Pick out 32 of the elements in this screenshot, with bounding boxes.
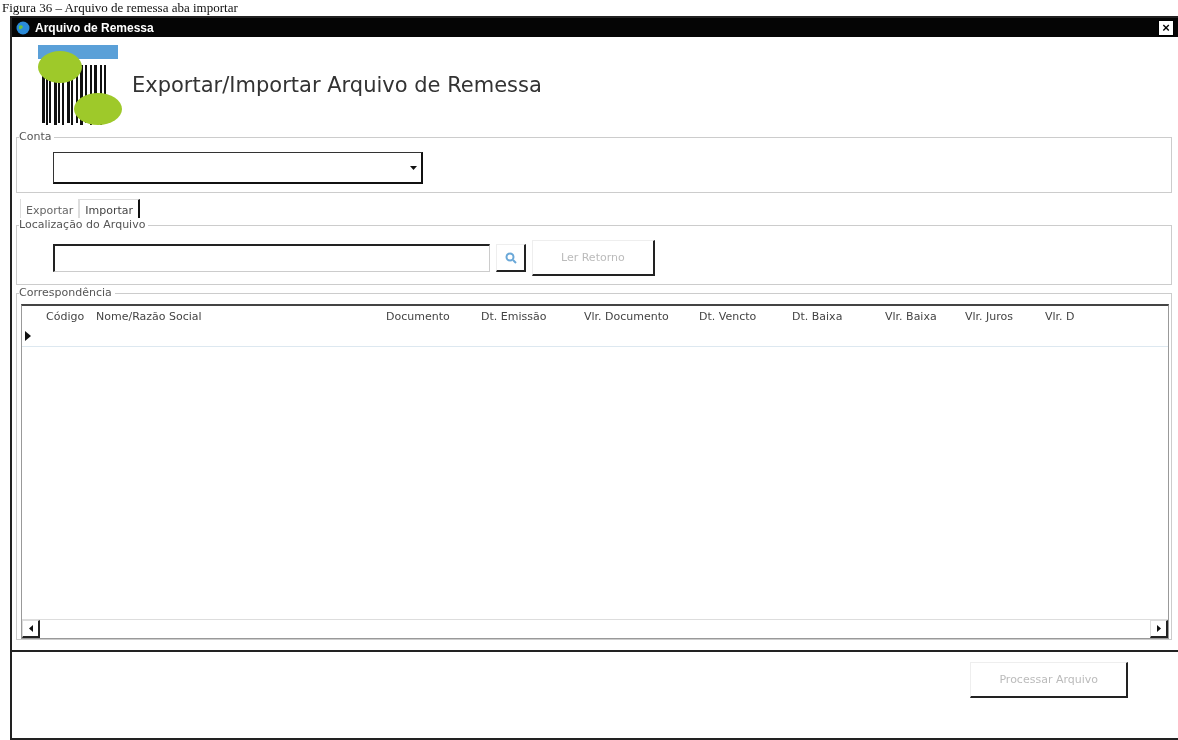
figure-caption: Figura 36 – Arquivo de remessa aba importar bbox=[1, 0, 239, 15]
row-pointer-icon bbox=[25, 331, 31, 341]
tab[interactable]: Importar bbox=[79, 199, 141, 221]
column-header[interactable]: Vlr. D bbox=[1045, 309, 1090, 323]
horizontal-scrollbar[interactable] bbox=[22, 619, 1168, 638]
barcode-logo-icon bbox=[36, 43, 124, 127]
caret-icon bbox=[410, 165, 417, 170]
globe-icon bbox=[16, 20, 30, 35]
column-header[interactable]: Nome/Razão Social bbox=[96, 309, 386, 323]
window-title: Arquivo de Remessa bbox=[35, 20, 155, 35]
column-header[interactable]: Dt. Baixa bbox=[792, 309, 885, 323]
right-arrow-icon bbox=[1156, 625, 1161, 632]
tab[interactable]: Exportar bbox=[20, 199, 80, 221]
file-path-field[interactable] bbox=[53, 244, 490, 272]
close-button[interactable]: × bbox=[1158, 19, 1174, 36]
search-icon bbox=[504, 251, 517, 264]
search-button[interactable] bbox=[496, 244, 526, 272]
column-header[interactable]: Dt. Emissão bbox=[481, 309, 584, 323]
column-header[interactable]: Vlr. Juros bbox=[965, 309, 1045, 323]
column-header[interactable]: Vlr. Documento bbox=[584, 309, 699, 323]
column-header[interactable]: Documento bbox=[386, 309, 481, 323]
column-header[interactable]: Código bbox=[46, 309, 96, 323]
left-arrow-icon bbox=[28, 625, 33, 632]
column-header[interactable]: Vlr. Baixa bbox=[885, 309, 965, 323]
group-legend: Correspondência bbox=[19, 286, 115, 299]
column-header[interactable]: Dt. Vencto bbox=[699, 309, 792, 323]
account-dropdown[interactable] bbox=[53, 152, 423, 184]
scroll-right-button[interactable] bbox=[1150, 620, 1168, 638]
group-legend: Localização do Arquivo bbox=[19, 218, 149, 231]
scroll-left-button[interactable] bbox=[22, 620, 40, 638]
group-legend: Conta bbox=[19, 130, 55, 143]
header-title: Exportar/Importar Arquivo de Remessa bbox=[132, 73, 542, 97]
